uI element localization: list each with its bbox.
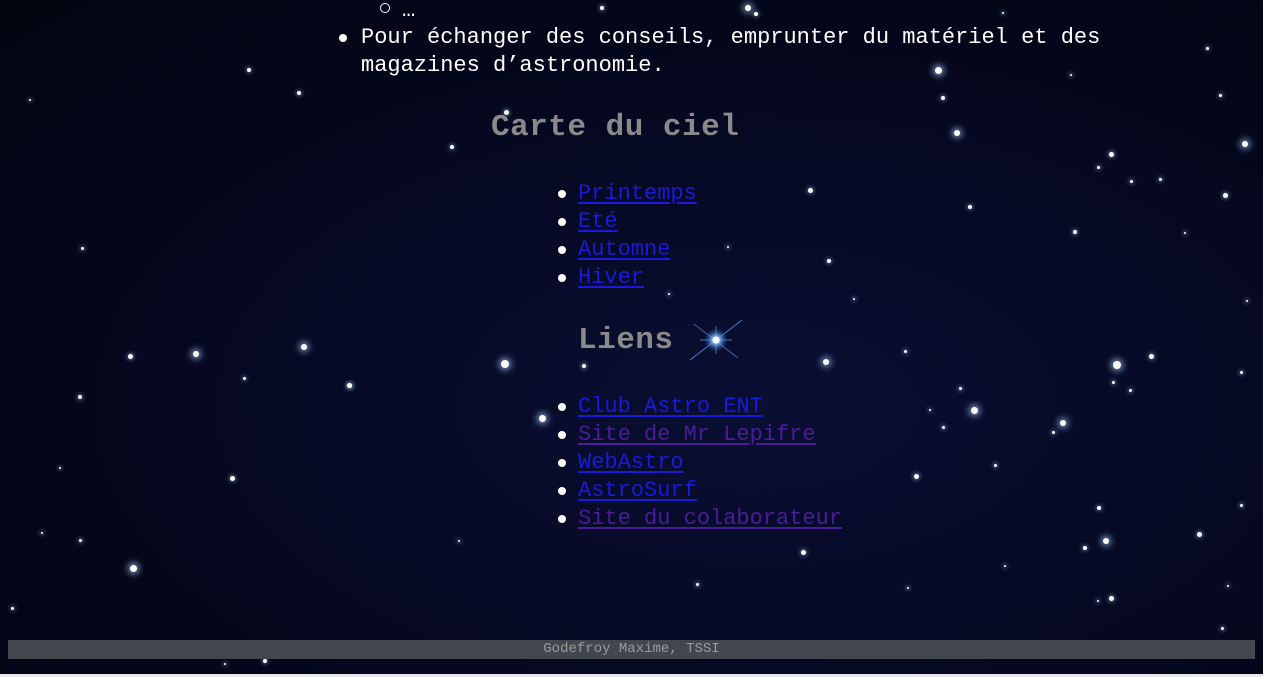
bullet-icon bbox=[558, 459, 566, 467]
bullet-icon bbox=[558, 190, 566, 198]
links-list: Club Astro ENT Site de Mr Lepifre WebAst… bbox=[558, 393, 842, 533]
links-item-webastro: WebAstro bbox=[558, 449, 842, 477]
sky-map-item-automne: Automne bbox=[558, 236, 697, 264]
automne-link[interactable]: Automne bbox=[578, 237, 670, 262]
bullet-icon bbox=[558, 218, 566, 226]
ete-link[interactable]: Eté bbox=[578, 209, 618, 234]
links-item-astrosurf: AstroSurf bbox=[558, 477, 842, 505]
hiver-link[interactable]: Hiver bbox=[578, 265, 644, 290]
sky-map-heading: Carte du ciel bbox=[491, 110, 740, 145]
astrosurf-link[interactable]: AstroSurf bbox=[578, 478, 697, 503]
bullet-icon bbox=[558, 274, 566, 282]
site-lepifre-link[interactable]: Site de Mr Lepifre bbox=[578, 422, 816, 447]
page-content: … Pour échanger des conseils, emprunter … bbox=[0, 0, 1263, 677]
bullet-icon bbox=[558, 431, 566, 439]
printemps-link[interactable]: Printemps bbox=[578, 181, 697, 206]
links-heading: Liens bbox=[578, 323, 674, 358]
bullet-icon bbox=[558, 403, 566, 411]
links-item-club-astro: Club Astro ENT bbox=[558, 393, 842, 421]
footer-text: Godefroy Maxime, TSSI bbox=[543, 641, 720, 657]
intro-list-item: Pour échanger des conseils, emprunter du… bbox=[361, 25, 1101, 78]
links-item-colaborateur: Site du colaborateur bbox=[558, 505, 842, 533]
circle-bullet-icon bbox=[380, 3, 390, 13]
sky-map-item-ete: Eté bbox=[558, 208, 697, 236]
club-astro-ent-link[interactable]: Club Astro ENT bbox=[578, 394, 763, 419]
footer: Godefroy Maxime, TSSI bbox=[8, 640, 1255, 659]
site-colaborateur-link[interactable]: Site du colaborateur bbox=[578, 506, 842, 531]
bullet-icon bbox=[558, 487, 566, 495]
links-item-lepifre: Site de Mr Lepifre bbox=[558, 421, 842, 449]
sub-list-item-text: … bbox=[402, 0, 416, 23]
sub-list-item: … bbox=[380, 0, 415, 24]
sky-map-list: Printemps Eté Automne Hiver bbox=[558, 180, 697, 292]
sky-map-item-printemps: Printemps bbox=[558, 180, 697, 208]
bullet-icon bbox=[558, 515, 566, 523]
bullet-icon bbox=[339, 34, 347, 42]
webastro-link[interactable]: WebAstro bbox=[578, 450, 684, 475]
bullet-icon bbox=[558, 246, 566, 254]
sky-map-item-hiver: Hiver bbox=[558, 264, 697, 292]
